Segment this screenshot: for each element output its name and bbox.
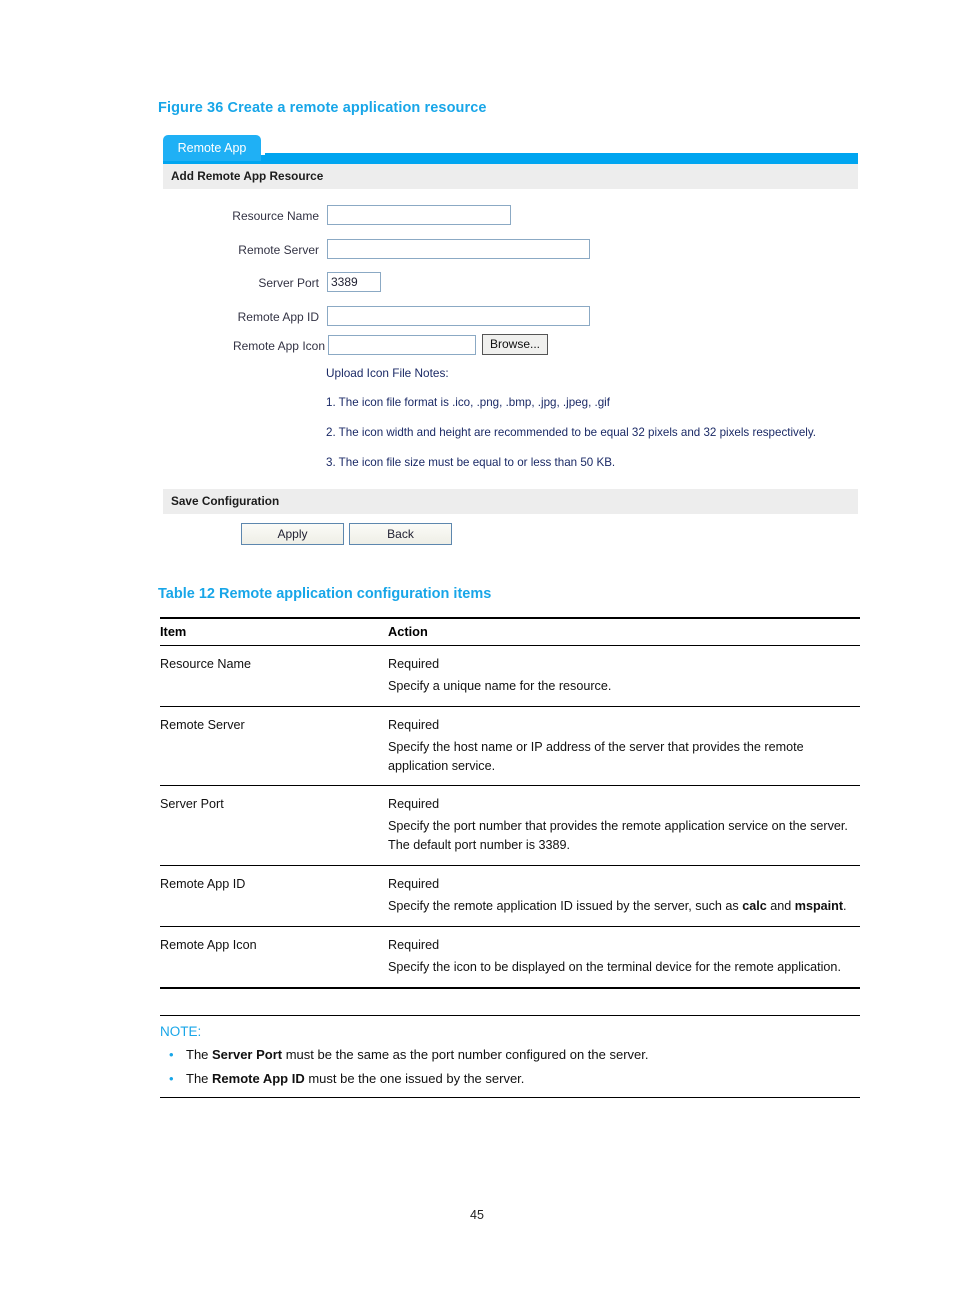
action-required: Required	[388, 877, 440, 892]
form-row-server-port: Server Port 3389	[163, 270, 858, 296]
item-label: Remote App Icon	[160, 937, 257, 952]
action-description: Specify the icon to be displayed on the …	[388, 959, 841, 974]
section-header-add-remote-app-resource: Add Remote App Resource	[163, 164, 858, 189]
item-label: Remote App ID	[160, 877, 246, 892]
action-description: Specify the host name or IP address of t…	[388, 739, 804, 773]
action-required: Required	[388, 717, 440, 732]
note-item-text: The Server Port must be the same as the …	[186, 1047, 649, 1062]
form-row-remote-app-id: Remote App ID	[163, 304, 858, 330]
page-number: 45	[470, 1208, 484, 1222]
note-list: • The Server Port must be the same as th…	[160, 1045, 860, 1089]
form-row-resource-name: Resource Name	[163, 203, 858, 229]
action-description: Specify the port number that provides th…	[388, 819, 848, 853]
label-remote-server: Remote Server	[238, 243, 319, 257]
action-required: Required	[388, 937, 440, 952]
label-remote-app-id: Remote App ID	[237, 310, 319, 324]
back-button[interactable]: Back	[349, 523, 452, 545]
cell-item: Remote Server	[160, 706, 388, 787]
upload-note-1: 1. The icon file format is .ico, .png, .…	[326, 396, 610, 409]
cell-action: Required Specify a unique name for the r…	[388, 645, 860, 707]
table-row: Remote App Icon Required Specify the ico…	[160, 926, 860, 989]
input-remote-app-icon[interactable]	[328, 335, 476, 355]
bullet-icon: •	[169, 1047, 174, 1062]
tab-strip: Remote App	[163, 134, 858, 164]
label-remote-app-icon: Remote App Icon	[232, 339, 325, 353]
item-label: Server Port	[160, 797, 224, 812]
note-bottom-rule	[160, 1097, 860, 1099]
table-row: Remote App ID Required Specify the remot…	[160, 865, 860, 927]
upload-note-2: 2. The icon width and height are recomme…	[326, 426, 817, 439]
cell-item: Resource Name	[160, 645, 388, 707]
item-label: Remote Server	[160, 717, 245, 732]
screenshot-panel: Remote App Add Remote App Resource Resou…	[163, 134, 858, 556]
cell-action: Required Specify the remote application …	[388, 865, 860, 927]
section-header-save-configuration: Save Configuration	[163, 489, 858, 514]
tab-remote-app[interactable]: Remote App	[163, 135, 261, 161]
note-list-item: • The Remote App ID must be the one issu…	[160, 1069, 860, 1089]
label-resource-name: Resource Name	[232, 209, 319, 223]
upload-notes-title: Upload Icon File Notes:	[326, 366, 449, 380]
table-caption: Table 12 Remote application configuratio…	[158, 586, 492, 602]
form-row-remote-server: Remote Server	[163, 237, 858, 263]
table-header-action: Action	[388, 617, 860, 646]
apply-button[interactable]: Apply	[241, 523, 344, 545]
cell-action: Required Specify the port number that pr…	[388, 785, 860, 867]
table-header-row: Item Action	[160, 617, 860, 646]
action-required: Required	[388, 797, 440, 812]
input-remote-server[interactable]	[327, 239, 590, 259]
table-row: Remote Server Required Specify the host …	[160, 706, 860, 787]
button-row: Apply Back	[163, 514, 858, 556]
input-resource-name[interactable]	[327, 205, 511, 225]
cell-item: Remote App ID	[160, 865, 388, 927]
form-area: Resource Name Remote Server Server Port …	[163, 189, 858, 489]
bullet-icon: •	[169, 1071, 174, 1087]
browse-button[interactable]: Browse...	[482, 334, 549, 355]
cell-action: Required Specify the icon to be displaye…	[388, 926, 860, 989]
form-row-remote-app-icon: Remote App Icon Browse...	[163, 333, 858, 359]
figure-caption: Figure 36 Create a remote application re…	[158, 100, 487, 116]
table-body: Resource Name Required Specify a unique …	[160, 645, 860, 989]
table-row: Resource Name Required Specify a unique …	[160, 645, 860, 707]
cell-action: Required Specify the host name or IP add…	[388, 706, 860, 787]
upload-note-3: 3. The icon file size must be equal to o…	[326, 456, 616, 469]
input-remote-app-id[interactable]	[327, 306, 590, 326]
table-header-item: Item	[160, 617, 388, 646]
cell-item: Remote App Icon	[160, 926, 388, 989]
label-server-port: Server Port	[258, 276, 319, 290]
action-required: Required	[388, 657, 440, 671]
note-item-text: The Remote App ID must be the one issued…	[186, 1071, 525, 1087]
input-server-port[interactable]: 3389	[327, 272, 381, 292]
config-items-table: Item Action Resource Name Required Speci…	[160, 617, 860, 989]
action-description: Specify a unique name for the resource.	[388, 678, 612, 693]
note-block: NOTE: • The Server Port must be the same…	[160, 1015, 860, 1099]
item-label: Resource Name	[160, 657, 251, 671]
note-list-item: • The Server Port must be the same as th…	[160, 1045, 860, 1065]
tab-underline	[163, 155, 858, 164]
cell-item: Server Port	[160, 785, 388, 867]
note-label: NOTE:	[160, 1024, 202, 1039]
table-row: Server Port Required Specify the port nu…	[160, 785, 860, 867]
action-description: Specify the remote application ID issued…	[388, 899, 847, 914]
